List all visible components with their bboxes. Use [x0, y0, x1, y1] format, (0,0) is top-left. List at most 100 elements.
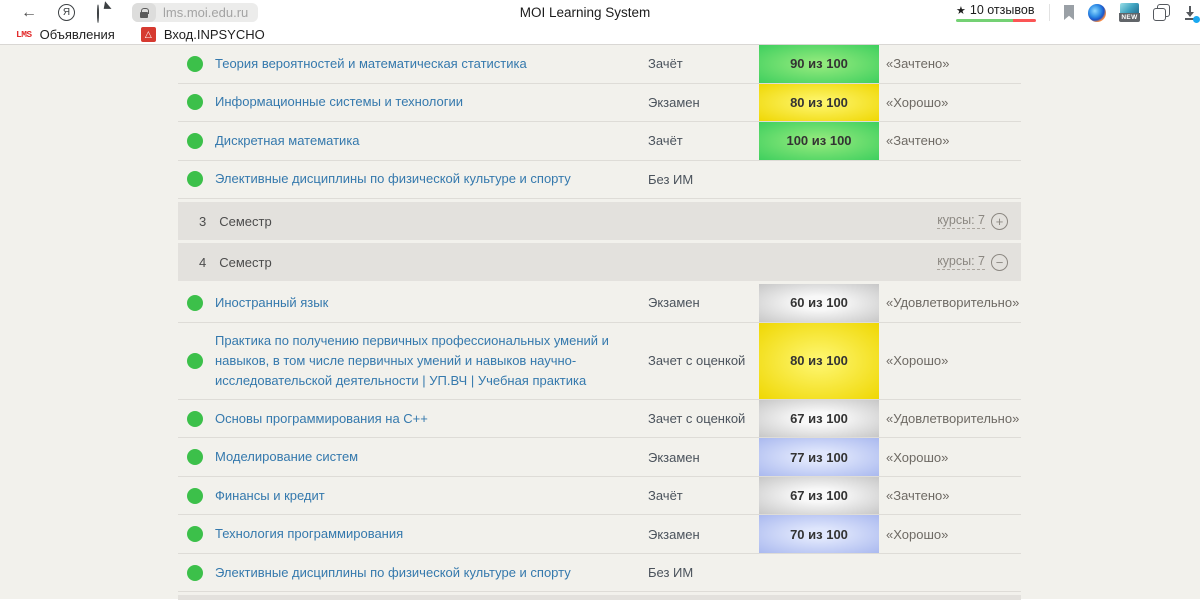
- extension-new-icon[interactable]: NEW: [1119, 3, 1140, 22]
- grade-text: «Удовлетворительно»: [886, 284, 1021, 322]
- downloads-icon[interactable]: [1183, 5, 1197, 21]
- status-dot-icon: [187, 56, 203, 72]
- course-link[interactable]: Технология программирования: [215, 524, 403, 544]
- status-cell: [178, 515, 215, 553]
- course-link[interactable]: Основы программирования на C++: [215, 409, 428, 429]
- bookmarks-bar: LMS Объявления △ Вход.INPSYCHO: [0, 25, 1200, 44]
- score-badge: [759, 554, 879, 592]
- course-name-cell: Финансы и кредит: [215, 477, 641, 515]
- grade-text: [886, 161, 1021, 199]
- grade-text: «Удовлетворительно»: [886, 400, 1021, 438]
- extension-thumbnail: [1120, 3, 1139, 13]
- status-cell: [178, 122, 215, 160]
- score-badge: 67 из 100: [759, 400, 879, 438]
- course-link[interactable]: Дискретная математика: [215, 131, 360, 151]
- courses-count-link[interactable]: курсы: 7: [937, 213, 985, 229]
- status-cell: [178, 477, 215, 515]
- toolbar-divider: [1049, 4, 1050, 21]
- refresh-icon[interactable]: [97, 5, 112, 20]
- assessment-type: Экзамен: [648, 284, 759, 322]
- grade-text: «Хорошо»: [886, 438, 1021, 476]
- status-dot-icon: [187, 526, 203, 542]
- status-cell: [178, 161, 215, 199]
- course-link[interactable]: Информационные системы и технологии: [215, 92, 463, 112]
- bookmark-item-inpsycho[interactable]: △ Вход.INPSYCHO: [141, 27, 265, 42]
- table-row: Элективные дисциплины по физической куль…: [178, 554, 1021, 593]
- extension-sphere-icon[interactable]: [1088, 4, 1106, 22]
- reviews-count-label: 10 отзывов: [970, 3, 1035, 17]
- pyramid-favicon: △: [141, 27, 156, 42]
- assessment-type: Экзамен: [648, 84, 759, 122]
- course-name-cell: Элективные дисциплины по физической куль…: [215, 554, 641, 592]
- table-row: Финансы и кредит Зачёт 67 из 100 «Зачтен…: [178, 477, 1021, 516]
- grade-text: «Хорошо»: [886, 84, 1021, 122]
- chrome-right-group: ★ 10 отзывов NEW: [956, 3, 1192, 22]
- table-row: Моделирование систем Экзамен 77 из 100 «…: [178, 438, 1021, 477]
- status-cell: [178, 284, 215, 322]
- status-cell: [178, 554, 215, 592]
- course-name-cell: Технология программирования: [215, 515, 641, 553]
- collections-icon[interactable]: [1153, 4, 1170, 21]
- assessment-type: Экзамен: [648, 515, 759, 553]
- expand-icon[interactable]: +: [991, 213, 1008, 230]
- semester-number: 4: [199, 255, 206, 270]
- rating-bar: [956, 19, 1036, 22]
- lock-icon[interactable]: [132, 3, 156, 22]
- table-row: Практика по получению первичных професси…: [178, 323, 1021, 400]
- back-icon[interactable]: ←: [18, 4, 40, 22]
- grades-table: Теория вероятностей и математическая ста…: [178, 45, 1021, 600]
- status-dot-icon: [187, 565, 203, 581]
- status-dot-icon: [187, 171, 203, 187]
- assessment-type: Без ИМ: [648, 161, 759, 199]
- status-dot-icon: [187, 411, 203, 427]
- table-row: Технология программирования Экзамен 70 и…: [178, 515, 1021, 554]
- assessment-type: Зачет с оценкой: [648, 400, 759, 438]
- lms-favicon: LMS: [16, 29, 32, 40]
- score-badge: 60 из 100: [759, 284, 879, 322]
- table-row: Элективные дисциплины по физической куль…: [178, 161, 1021, 200]
- grade-text: «Зачтено»: [886, 45, 1021, 83]
- status-dot-icon: [187, 449, 203, 465]
- bookmark-flag-icon[interactable]: [1063, 5, 1075, 21]
- bookmark-item-announcements[interactable]: LMS Объявления: [16, 27, 115, 42]
- status-dot-icon: [187, 353, 203, 369]
- course-link[interactable]: Финансы и кредит: [215, 486, 325, 506]
- download-notification-dot: [1193, 16, 1200, 23]
- score-badge: 80 из 100: [759, 323, 879, 399]
- status-dot-icon: [187, 94, 203, 110]
- course-link[interactable]: Моделирование систем: [215, 447, 358, 467]
- semester-header[interactable]: 3 Семестр курсы: 7 +: [178, 202, 1021, 240]
- table-row: Иностранный язык Экзамен 60 из 100 «Удов…: [178, 284, 1021, 323]
- url-field[interactable]: lms.moi.edu.ru: [132, 3, 258, 22]
- star-icon: ★: [956, 4, 966, 17]
- score-badge: 100 из 100: [759, 122, 879, 160]
- grade-text: [886, 554, 1021, 592]
- course-name-cell: Теория вероятностей и математическая ста…: [215, 45, 641, 83]
- status-dot-icon: [187, 295, 203, 311]
- grade-text: «Хорошо»: [886, 323, 1021, 399]
- score-badge: 70 из 100: [759, 515, 879, 553]
- status-dot-icon: [187, 488, 203, 504]
- course-link[interactable]: Элективные дисциплины по физической куль…: [215, 563, 571, 583]
- course-name-cell: Основы программирования на C++: [215, 400, 641, 438]
- table-row: Информационные системы и технологии Экза…: [178, 84, 1021, 123]
- status-cell: [178, 45, 215, 83]
- course-link[interactable]: Элективные дисциплины по физической куль…: [215, 169, 571, 189]
- semester-header[interactable]: 5 Семестр курсы: 8 +: [178, 595, 1021, 600]
- course-link[interactable]: Иностранный язык: [215, 293, 328, 313]
- collapse-icon[interactable]: −: [991, 254, 1008, 271]
- course-link[interactable]: Теория вероятностей и математическая ста…: [215, 54, 527, 74]
- courses-count-link[interactable]: курсы: 7: [937, 254, 985, 270]
- course-link[interactable]: Практика по получению первичных професси…: [215, 331, 631, 391]
- yandex-mode-icon[interactable]: Я: [58, 4, 75, 21]
- site-reviews-widget[interactable]: ★ 10 отзывов: [956, 3, 1036, 22]
- table-row: Дискретная математика Зачёт 100 из 100 «…: [178, 122, 1021, 161]
- browser-window: ← Я lms.moi.edu.ru MOI Learning System ★…: [0, 0, 1200, 600]
- assessment-type: Зачёт: [648, 122, 759, 160]
- status-cell: [178, 84, 215, 122]
- score-badge: [759, 161, 879, 199]
- semester-header[interactable]: 4 Семестр курсы: 7 −: [178, 243, 1021, 281]
- score-badge: 90 из 100: [759, 45, 879, 83]
- assessment-type: Зачёт: [648, 45, 759, 83]
- assessment-type: Зачёт: [648, 477, 759, 515]
